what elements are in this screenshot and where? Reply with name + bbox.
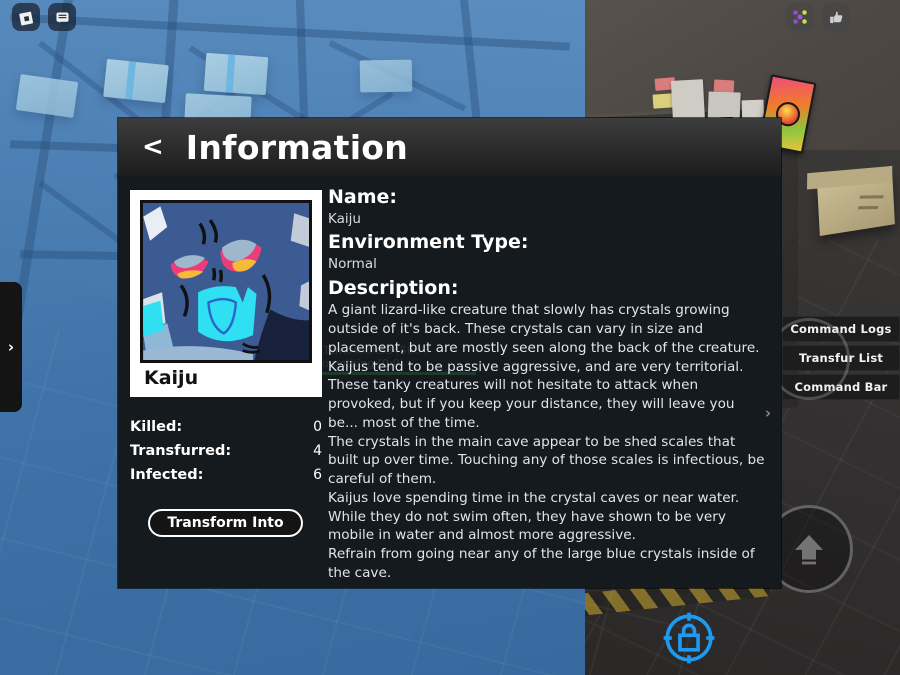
open-left-menu-tab[interactable]: › [0,282,22,412]
kaiju-artwork [143,203,309,360]
name-field-label: Name: [328,186,398,208]
scene-crate-tape [226,54,236,93]
scene-crate [103,58,169,104]
kaiju-portrait-image [140,200,312,363]
stat-value: 6 [313,467,322,483]
environment-field-label: Environment Type: [328,231,529,254]
scene-box-marking [858,205,879,210]
description-text: A giant lizard-like creature that slowly… [328,301,765,582]
transform-into-label: Transform Into [167,515,284,531]
description-paragraph: Refrain from going near any of the large… [328,546,755,581]
stat-label: Killed: [130,419,183,435]
next-page-button[interactable]: › [765,404,771,422]
stat-value: 4 [313,443,322,459]
panel-header: < Information [118,118,781,176]
name-field-value: Kaiju [328,210,361,227]
roblox-glyph [18,11,33,25]
description-paragraph: Kaijus love spending time in the crystal… [328,489,740,544]
creature-card: Kaiju [130,190,322,397]
chat-glyph [55,12,69,23]
chevron-right-icon: › [7,338,15,356]
description-paragraph: Kaijus tend to be passive aggressive, an… [328,358,744,431]
description-paragraph: The crystals in the main cave appear to … [328,433,765,488]
emotes-icon[interactable] [786,3,814,31]
emotes-glyph [793,10,807,24]
creature-stats: Killed: 0 Transfurred: 4 Infected: 6 [130,419,322,483]
scene-sticky-note [652,93,674,109]
creature-details-column: Name: Kaiju Environment Type: Normal Des… [323,176,781,588]
environment-field-value: Normal [328,256,377,273]
description-paragraph: A giant lizard-like creature that slowly… [328,302,760,356]
creature-summary-column: Kaiju Killed: 0 Transfurred: 4 Infected:… [118,176,323,588]
stat-row-transfurred: Transfurred: 4 [130,443,322,459]
stat-value: 0 [313,419,322,435]
scene-box-marking [859,195,884,199]
up-arrow-icon [795,535,823,565]
scene-sticky-note [713,79,735,93]
scene-crate-tape [125,61,137,100]
stat-label: Transfurred: [130,443,232,459]
stat-row-infected: Infected: 6 [130,467,322,483]
lock-icon [663,612,715,664]
thumbs-up-glyph [829,11,842,23]
description-label: Description: [328,276,459,299]
roblox-logo-icon[interactable] [12,3,40,31]
scene-crate [203,52,269,96]
stat-label: Infected: [130,467,204,483]
panel-body: TumiMoon334566 : do nothing [0:0| Kaiju … [118,176,781,588]
thumbs-up-icon[interactable] [822,3,850,31]
page-title: Information [185,127,409,167]
scene-crate [359,59,413,93]
information-panel: < Information TumiMoon334566 : do nothin… [118,118,781,588]
creature-name-label: Kaiju [144,367,199,389]
chat-icon[interactable] [48,3,76,31]
shift-lock-button[interactable] [659,608,719,668]
transform-into-button[interactable]: Transform Into [148,509,303,537]
stat-row-killed: Killed: 0 [130,419,322,435]
back-button[interactable]: < [142,134,164,160]
